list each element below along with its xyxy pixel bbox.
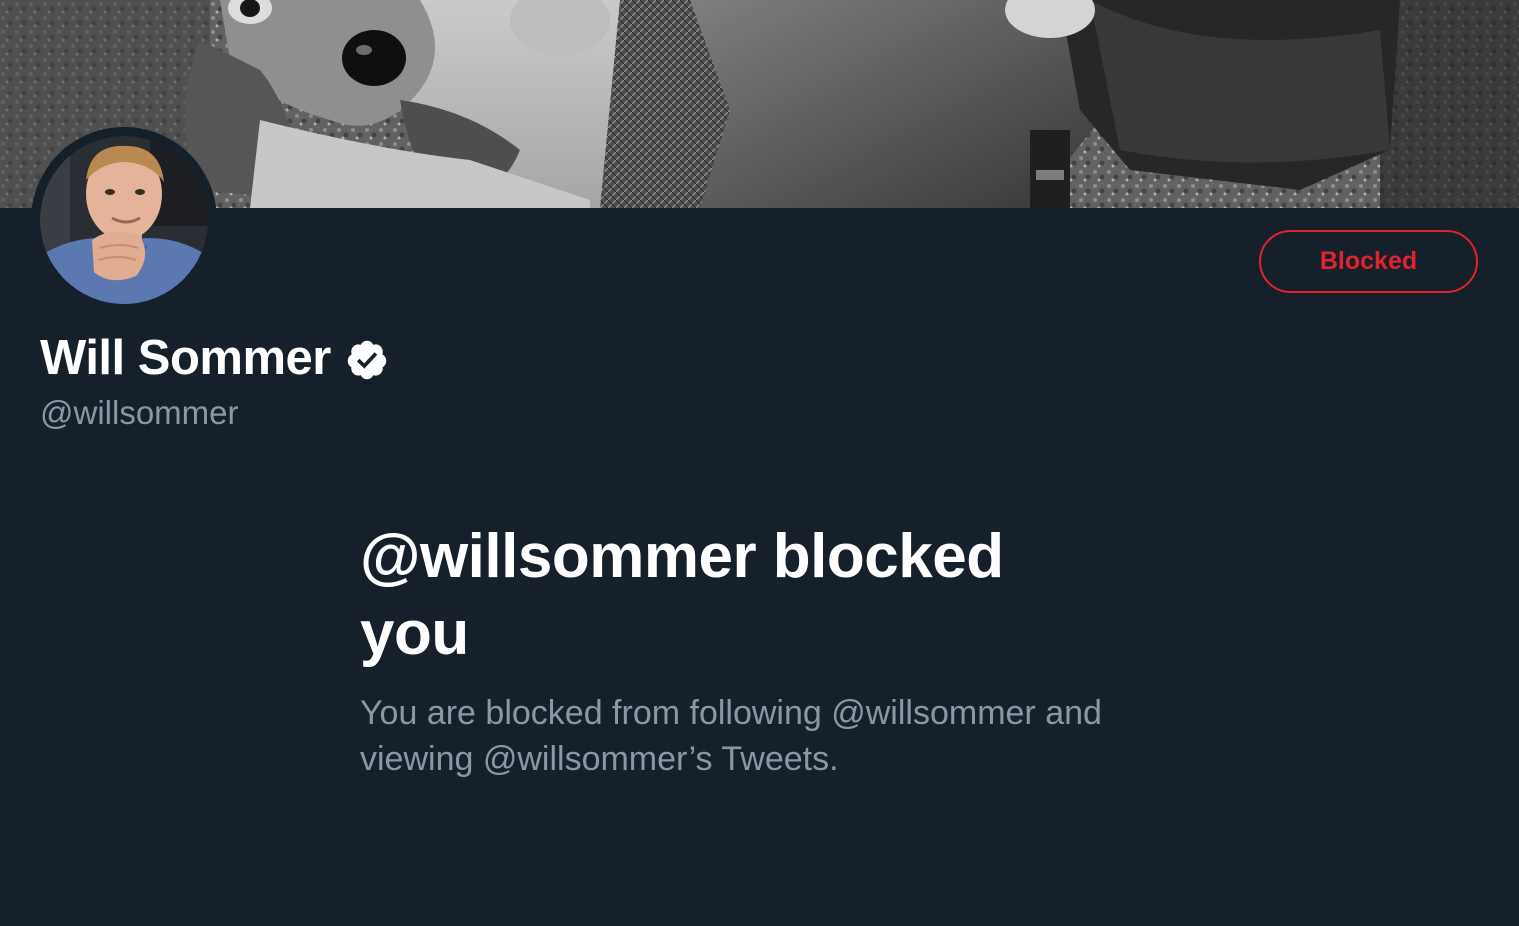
profile-avatar[interactable] (31, 127, 217, 313)
avatar-photo (40, 136, 208, 304)
profile-handle: @willsommer (40, 394, 239, 431)
profile-banner-image[interactable] (0, 0, 1519, 208)
profile-page: Blocked Will Sommer @willsommer @willsom… (0, 0, 1519, 926)
profile-name-row: Will Sommer (40, 328, 389, 388)
blocked-notice-title: @willsommer blocked you (360, 522, 1004, 668)
blocked-notice-description: You are blocked from following @willsomm… (360, 694, 1102, 778)
profile-display-name: Will Sommer (40, 331, 331, 385)
verified-badge-icon (345, 338, 389, 382)
blocked-button[interactable]: Blocked (1259, 230, 1478, 293)
